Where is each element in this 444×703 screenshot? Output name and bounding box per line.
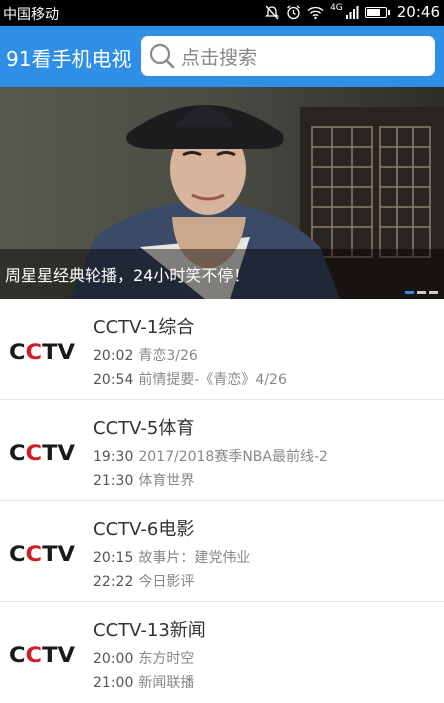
program-title: 青恋3/26	[138, 348, 198, 364]
program-title: 东方时空	[138, 651, 195, 667]
program-title: 故事片：建党伟业	[138, 550, 251, 566]
program-row: 20:15 故事片：建党伟业	[93, 547, 250, 567]
cctv-logo: CCTV	[9, 540, 77, 568]
carousel-dot	[417, 291, 426, 294]
search-placeholder: 点击搜索	[181, 46, 258, 69]
channel-item[interactable]: CCTV CCTV-13新闻 20:00 东方时空 21:00 新闻联播	[0, 602, 444, 703]
cctv-logo: CCTV	[9, 338, 77, 366]
program-row: 21:00 新闻联播	[93, 672, 194, 692]
logo-text: CCTV	[9, 643, 76, 665]
program-title: 2017/2018赛季NBA最前线-2	[138, 449, 328, 465]
logo-text: CCTV	[9, 542, 76, 564]
program-title: 体育世界	[138, 473, 195, 489]
channel-name: CCTV-5体育	[93, 418, 195, 439]
app-title: 91看手机电视	[6, 47, 132, 71]
program-title: 前情提要-《青恋》4/26	[138, 372, 287, 388]
banner-carousel[interactable]: 周星星经典轮播，24小时笑不停！	[0, 87, 444, 299]
program-time: 22:22	[93, 574, 134, 590]
search-icon	[149, 43, 175, 69]
channel-item[interactable]: CCTV CCTV-1综合 20:02 青恋3/26 20:54 前情提要-《青恋》…	[0, 299, 444, 400]
program-time: 20:54	[93, 372, 134, 388]
carousel-indicator	[405, 291, 438, 294]
program-title: 新闻联播	[138, 675, 195, 691]
program-row: 19:30 2017/2018赛季NBA最前线-2	[93, 446, 328, 466]
program-time: 21:30	[93, 473, 134, 489]
channel-item[interactable]: CCTV CCTV-5体育 19:30 2017/2018赛季NBA最前线-2 2…	[0, 400, 444, 501]
channel-name: CCTV-13新闻	[93, 620, 206, 641]
signal-icon	[345, 5, 359, 19]
program-time: 21:00	[93, 675, 134, 691]
program-time: 20:15	[93, 550, 134, 566]
program-row: 20:54 前情提要-《青恋》4/26	[93, 369, 287, 389]
cctv-logo: CCTV	[9, 439, 77, 467]
program-row: 21:30 体育世界	[93, 470, 194, 490]
program-row: 20:00 东方时空	[93, 648, 194, 668]
search-box[interactable]: 点击搜索	[141, 36, 435, 76]
program-row: 22:22 今日影评	[93, 571, 194, 591]
program-time: 19:30	[93, 449, 134, 465]
channel-list: CCTV CCTV-1综合 20:02 青恋3/26 20:54 前情提要-《青恋》…	[0, 299, 444, 703]
app-header: 91看手机电视 点击搜索	[0, 26, 444, 87]
program-time: 20:00	[93, 651, 134, 667]
network-type: 4G	[330, 3, 343, 13]
program-time: 20:02	[93, 348, 134, 364]
channel-item[interactable]: CCTV CCTV-6电影 20:15 故事片：建党伟业 22:22 今日影评	[0, 501, 444, 602]
battery-icon	[364, 6, 390, 18]
status-bar: 中国移动 4G 20:46	[0, 0, 444, 26]
channel-name: CCTV-6电影	[93, 519, 195, 540]
carrier-label: 中国移动	[3, 7, 59, 23]
program-row: 20:02 青恋3/26	[93, 345, 198, 365]
alarm-icon	[287, 4, 300, 19]
clock: 20:46	[396, 3, 440, 21]
mute-icon	[264, 5, 280, 19]
logo-text: CCTV	[9, 340, 76, 362]
program-title: 今日影评	[138, 574, 195, 590]
carousel-dot	[429, 291, 438, 294]
logo-text: CCTV	[9, 441, 76, 463]
banner-caption: 周星星经典轮播，24小时笑不停！	[5, 266, 250, 285]
wifi-icon	[307, 6, 324, 19]
carousel-dot	[405, 291, 414, 294]
channel-name: CCTV-1综合	[93, 317, 195, 338]
cctv-logo: CCTV	[9, 641, 77, 669]
